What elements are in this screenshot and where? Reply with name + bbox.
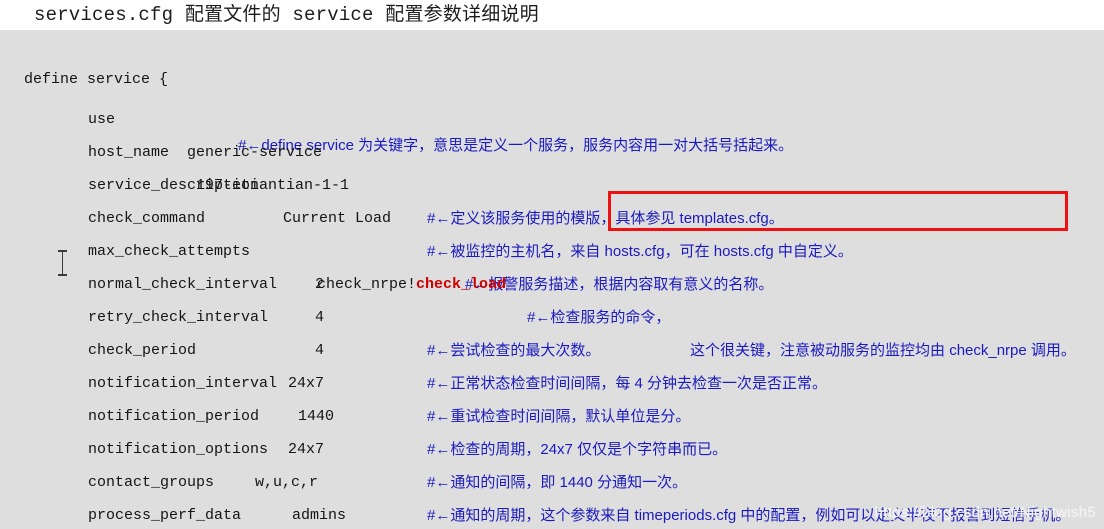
watermark: https://blog.csdn.net/Nightwish5: [874, 504, 1096, 521]
code-line-contact-groups: contact_groups admins #←要通知的用户组，其定义来自于 c…: [0, 433, 1104, 524]
code-line-service-description: service_description Current Load #←报警服务描…: [0, 136, 1104, 293]
code-line-notification-options: notification_options w,u,c,r #←要通知的服务状态选…: [0, 400, 1104, 491]
code-line-normal-check-interval: normal_check_interval 4 #←正常状态检查时间间隔，每 4…: [0, 235, 1104, 392]
code-line-check-command: check_command check_nrpe!check_load #←检查…: [0, 169, 1104, 359]
code-line-notification-period: notification_period 24x7 #←通知的周期，这个参数来自 …: [0, 367, 1104, 524]
code-line-process-perf-data: process_perf_data 1 #←PNP 出图记录数据相关。: [0, 466, 1104, 524]
code-line-retry-check-interval: retry_check_interval 4 #←重试检查时间间隔，默认单位是分…: [0, 268, 1104, 425]
document-page: services.cfg 配置文件的 service 配置参数详细说明 defi…: [0, 0, 1104, 529]
code-line-define-open: define service { #←define service 为关键字，意…: [0, 30, 1104, 154]
code-line-use: use generic-service #←定义该服务使用的模版，具体参见 te…: [0, 70, 1104, 227]
config-code-block: define service { #←define service 为关键字，意…: [0, 30, 1104, 529]
code-line-check-period: check_period 24x7 #←检查的周期，24x7 仅仅是个字符串而已…: [0, 301, 1104, 458]
code-line-host-name: host_name 197-etiantian-1-1 #←被监控的主机名，来自…: [0, 103, 1104, 260]
page-title: services.cfg 配置文件的 service 配置参数详细说明: [34, 4, 539, 26]
code-line-max-check-attempts: max_check_attempts 2 #←尝试检查的最大次数。: [0, 202, 1104, 359]
title-bar: services.cfg 配置文件的 service 配置参数详细说明: [0, 0, 1104, 30]
code-line-notification-interval: notification_interval 1440 #←通知的间隔，即 144…: [0, 334, 1104, 491]
